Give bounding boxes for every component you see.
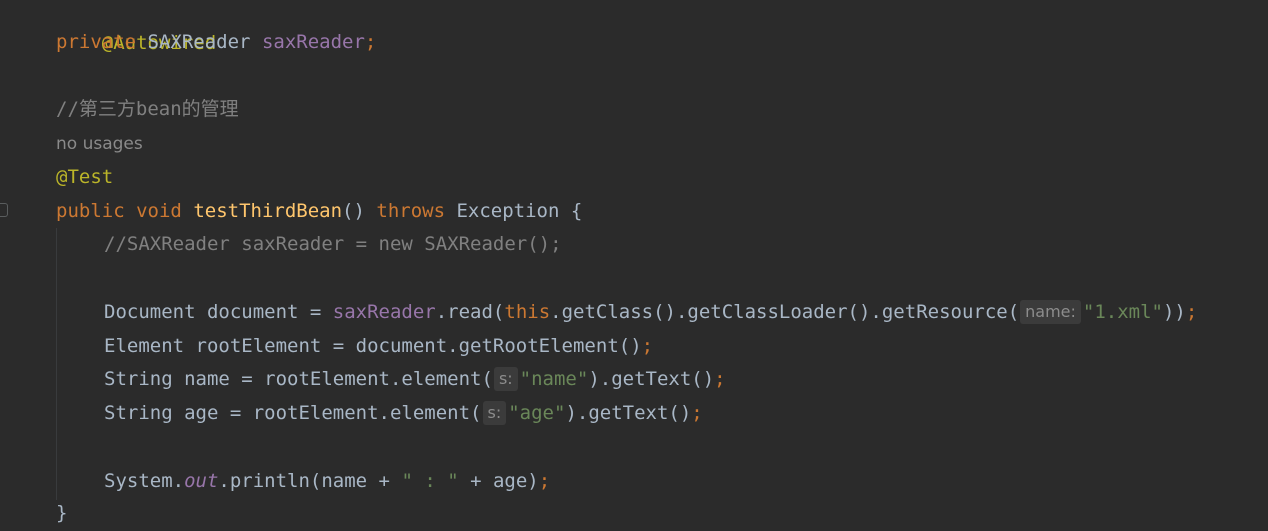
semicolon: ; bbox=[714, 368, 726, 390]
fold-icon[interactable] bbox=[0, 203, 8, 217]
code-line-root-element: Element rootElement = document.getRootEl… bbox=[56, 329, 653, 363]
string-literal: "1.xml" bbox=[1082, 301, 1163, 323]
code-line-closing-brace: } bbox=[56, 496, 67, 530]
keyword: public bbox=[56, 200, 125, 222]
semicolon: ; bbox=[538, 470, 551, 492]
editor-gutter[interactable] bbox=[0, 0, 14, 531]
code-line-comment: //第三方bean的管理 bbox=[56, 92, 239, 126]
exception-type: Exception { bbox=[456, 200, 583, 222]
comment: //第三方bean的管理 bbox=[56, 98, 239, 120]
semicolon: ; bbox=[691, 402, 703, 424]
semicolon: ; bbox=[364, 31, 377, 53]
code-text: .println(name + bbox=[218, 470, 402, 492]
keyword: private bbox=[56, 31, 137, 53]
keyword: void bbox=[136, 200, 182, 222]
parameter-hint: name: bbox=[1020, 300, 1081, 324]
code-line-field-declaration: private SAXReader saxReader; bbox=[56, 25, 376, 59]
comment: //SAXReader saxReader = new SAXReader(); bbox=[104, 233, 562, 255]
code-text: + age) bbox=[458, 470, 539, 492]
usages-hint[interactable]: no usages bbox=[56, 126, 143, 160]
parameter-hint: s: bbox=[482, 401, 507, 425]
code-text: .getClass().getClassLoader().getResource… bbox=[550, 301, 1020, 323]
code-line-commented-out: //SAXReader saxReader = new SAXReader(); bbox=[56, 227, 562, 261]
code-line-test-annotation: @Test bbox=[56, 160, 113, 194]
field-name: saxReader bbox=[332, 301, 436, 323]
type-name: SAXReader bbox=[147, 31, 251, 53]
closing-brace: } bbox=[56, 502, 68, 524]
code-line-name: String name = rootElement.element(s: "nam… bbox=[56, 362, 726, 396]
string-literal: "age" bbox=[508, 402, 566, 424]
code-text: ).getText() bbox=[565, 402, 692, 424]
semicolon: ; bbox=[1185, 301, 1198, 323]
keyword: throws bbox=[376, 200, 446, 222]
annotation: @Test bbox=[56, 166, 114, 188]
parens: () bbox=[342, 200, 365, 222]
string-literal: "name" bbox=[519, 368, 589, 390]
code-text: String name = rootElement.element( bbox=[104, 368, 493, 390]
string-literal: " : " bbox=[401, 470, 459, 492]
code-line-document: Document document = saxReader.read(this.… bbox=[56, 295, 1197, 329]
code-text: String age = rootElement.element( bbox=[104, 402, 482, 424]
code-editor[interactable]: @Autowired private SAXReader saxReader; … bbox=[0, 0, 1268, 531]
method-name: testThirdBean bbox=[193, 200, 343, 222]
code-text: .read( bbox=[435, 301, 505, 323]
keyword: this bbox=[504, 301, 551, 323]
parameter-hint: s: bbox=[493, 367, 518, 391]
code-line-method-signature: public void testThirdBean() throws Excep… bbox=[56, 194, 582, 228]
static-field: out bbox=[184, 470, 219, 492]
code-text: Document document = bbox=[104, 301, 333, 323]
semicolon: ; bbox=[641, 335, 654, 357]
code-line-println: System.out.println(name + " : " + age); bbox=[56, 464, 550, 498]
code-line-autowired: @Autowired bbox=[56, 0, 216, 54]
code-text: Element rootElement = document.getRootEl… bbox=[104, 335, 642, 357]
code-text: System. bbox=[104, 470, 185, 492]
code-text: ).getText() bbox=[588, 368, 715, 390]
code-line-age: String age = rootElement.element(s: "age"… bbox=[56, 396, 703, 430]
field-name: saxReader bbox=[261, 31, 365, 53]
code-text: )) bbox=[1162, 301, 1186, 323]
usages-label[interactable]: no usages bbox=[56, 134, 143, 154]
